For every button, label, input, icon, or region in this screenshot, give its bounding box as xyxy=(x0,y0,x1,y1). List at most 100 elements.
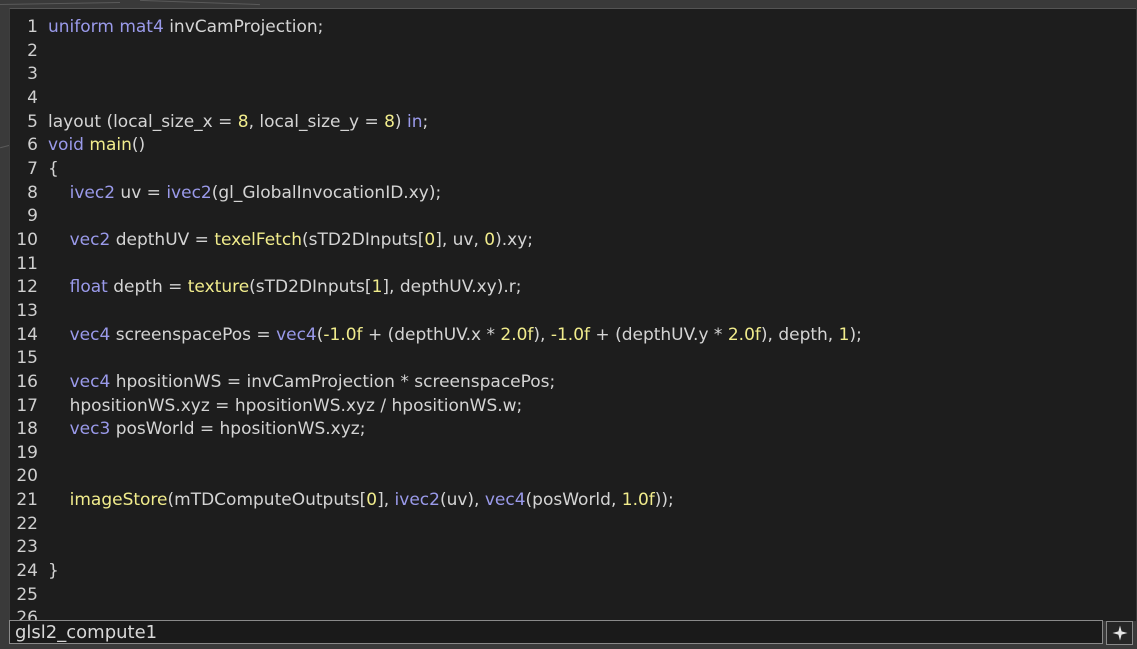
code-token: (gl_GlobalInvocationID.xy); xyxy=(211,182,442,203)
code-area[interactable]: uniform mat4 invCamProjection;​​​layout … xyxy=(48,16,1136,621)
line-number: 16 xyxy=(16,371,38,392)
line-number: 13 xyxy=(16,300,38,321)
code-line[interactable]: ​ xyxy=(48,300,1136,324)
code-line[interactable]: vec3 posWorld = hpositionWS.xyz; xyxy=(48,418,1136,442)
code-line[interactable]: ​ xyxy=(48,607,1136,621)
code-token: uniform xyxy=(48,17,114,37)
add-button[interactable] xyxy=(1106,621,1133,645)
code-editor[interactable]: 1 2 3 4 5 6 7 8 9 10 11 12 13 14 15 16 17 18 19 20 21 22 23 24 2… xyxy=(9,8,1136,621)
code-line[interactable]: ​ xyxy=(48,205,1136,229)
code-line[interactable]: ​ xyxy=(48,536,1136,560)
code-token: 8 xyxy=(384,111,395,132)
code-line[interactable]: uniform mat4 invCamProjection; xyxy=(48,16,1136,40)
code-line[interactable]: vec2 depthUV = texelFetch(sTD2DInputs[0]… xyxy=(48,229,1136,253)
code-line[interactable]: { xyxy=(48,158,1136,182)
code-token: -1.0f xyxy=(550,324,591,345)
code-line[interactable]: ​ xyxy=(48,253,1136,277)
code-token: ) xyxy=(394,111,407,132)
code-token: texelFetch xyxy=(214,229,302,250)
code-token: 8 xyxy=(237,111,249,132)
four-point-star-icon xyxy=(1112,625,1127,641)
code-line[interactable]: layout (local_size_x = 8, local_size_y =… xyxy=(48,111,1136,135)
code-line[interactable]: hpositionWS.xyz = hpositionWS.xyz / hpos… xyxy=(48,395,1136,419)
code-token: (mTDComputeOutputs[ xyxy=(167,490,367,511)
code-line[interactable]: ​ xyxy=(48,40,1136,64)
code-token: in xyxy=(406,111,423,132)
code-token: ivec2 xyxy=(394,490,440,511)
code-token: ).xy; xyxy=(495,229,533,250)
network-wire xyxy=(140,0,260,6)
line-number: 20 xyxy=(16,466,38,487)
code-token: 0 xyxy=(484,229,496,250)
line-number: 5 xyxy=(27,111,38,132)
code-line[interactable]: ​ xyxy=(48,584,1136,608)
code-token: 1 xyxy=(838,324,850,345)
code-line[interactable]: vec4 hpositionWS = invCamProjection * sc… xyxy=(48,371,1136,395)
code-token: , local_size_y = xyxy=(248,111,385,132)
line-number: 17 xyxy=(16,395,38,416)
code-token: vec3 xyxy=(69,419,111,440)
code-line[interactable]: ​ xyxy=(48,442,1136,466)
code-line[interactable]: ​ xyxy=(48,513,1136,537)
code-token: } xyxy=(48,561,59,582)
code-token: ); xyxy=(849,324,862,345)
code-token: texture xyxy=(187,277,250,298)
code-token: )); xyxy=(654,490,674,511)
code-token: mat4 xyxy=(119,17,164,37)
code-token: + (depthUV.y * xyxy=(590,324,728,345)
line-number: 25 xyxy=(16,584,38,605)
code-token: main xyxy=(89,135,132,156)
code-token: vec4 xyxy=(276,324,317,345)
code-token: 0 xyxy=(424,229,436,250)
code-token: layout (local_size_x = xyxy=(48,111,238,132)
code-token: invCamProjection; xyxy=(163,17,324,37)
operator-name-label: glsl2_compute1 xyxy=(15,622,158,643)
line-number: 12 xyxy=(16,277,38,298)
code-token: ivec2 xyxy=(166,182,212,203)
code-token: float xyxy=(69,277,108,298)
line-number: 21 xyxy=(16,490,38,511)
code-line[interactable]: imageStore(mTDComputeOutputs[0], ivec2(u… xyxy=(48,489,1136,513)
operator-name-bar[interactable]: glsl2_compute1 xyxy=(9,620,1103,644)
line-number: 15 xyxy=(16,348,38,369)
code-token: (sTD2DInputs[ xyxy=(249,277,372,298)
code-token: ), xyxy=(533,324,551,345)
code-line[interactable]: ivec2 uv = ivec2(gl_GlobalInvocationID.x… xyxy=(48,182,1136,206)
line-number: 8 xyxy=(27,182,38,203)
code-token: ], depthUV.xy).r; xyxy=(382,277,522,298)
line-number: 14 xyxy=(16,324,38,345)
code-line[interactable]: } xyxy=(48,560,1136,584)
code-line[interactable]: float depth = texture(sTD2DInputs[1], de… xyxy=(48,276,1136,300)
line-number: 19 xyxy=(16,442,38,463)
code-token: ivec2 xyxy=(69,182,116,203)
code-token: ], uv, xyxy=(435,229,485,250)
code-line[interactable]: ​ xyxy=(48,63,1136,87)
line-number: 6 xyxy=(27,135,38,156)
code-token: imageStore xyxy=(69,490,168,511)
line-number: 23 xyxy=(16,537,38,558)
code-token: () xyxy=(131,135,146,156)
code-token: -1.0f xyxy=(323,324,363,345)
code-line[interactable]: ​ xyxy=(48,347,1136,371)
line-number-gutter: 1 2 3 4 5 6 7 8 9 10 11 12 13 14 15 16 17 18 19 20 21 22 23 24 2… xyxy=(10,16,38,621)
line-number: 26 xyxy=(16,608,38,621)
code-line[interactable]: ​ xyxy=(48,87,1136,111)
code-token: { xyxy=(48,158,59,179)
app-frame: 1 2 3 4 5 6 7 8 9 10 11 12 13 14 15 16 17 18 19 20 21 22 23 24 2… xyxy=(0,0,1137,649)
code-line[interactable]: void main() xyxy=(48,134,1136,158)
code-line[interactable]: vec4 screenspacePos = vec4(-1.0f + (dept… xyxy=(48,324,1136,348)
code-token: + (depthUV.x * xyxy=(362,324,501,345)
code-token: 1 xyxy=(371,277,383,298)
line-number: 1 xyxy=(27,17,38,37)
code-line[interactable]: ​ xyxy=(48,465,1136,489)
line-number: 7 xyxy=(27,158,38,179)
code-token: vec4 xyxy=(69,324,111,345)
code-token: 1.0f xyxy=(621,490,655,511)
line-number: 11 xyxy=(16,253,38,274)
code-token: ; xyxy=(422,111,429,132)
code-token: depthUV = xyxy=(110,229,215,250)
